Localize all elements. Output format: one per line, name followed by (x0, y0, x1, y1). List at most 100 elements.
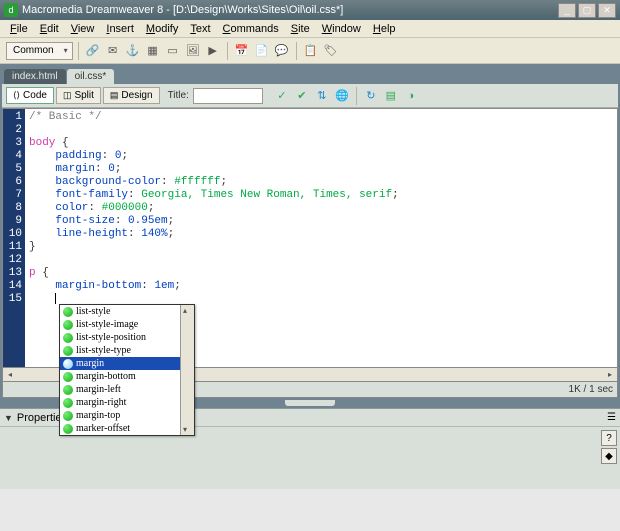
autocomplete-scrollbar[interactable] (180, 305, 194, 435)
split-view-button[interactable]: ◫Split (56, 87, 101, 104)
code-editor[interactable]: 123456789101112131415 /* Basic */ body {… (2, 108, 618, 368)
tag-chooser-icon[interactable]: 🏷 (322, 42, 340, 60)
properties-body: ? ◆ (0, 427, 620, 489)
media-icon[interactable]: ▶ (204, 42, 222, 60)
code-view-button[interactable]: ⟨⟩Code (6, 87, 54, 104)
no-browser-check-icon[interactable]: ✓ (273, 87, 291, 105)
insert-toolbar: Common 🔗 ✉ ⚓ ▦ ▭ 🖼 ▶ 📅 📄 💬 📋 🏷 (0, 38, 620, 64)
toolbar-separator (78, 42, 79, 60)
panel-menu-icon[interactable]: ☰ (607, 412, 616, 423)
menu-text[interactable]: Text (184, 21, 216, 37)
templates-icon[interactable]: 📋 (302, 42, 320, 60)
menu-window[interactable]: Window (316, 21, 367, 37)
property-icon (63, 307, 73, 317)
autocomplete-label: margin (76, 358, 104, 369)
autocomplete-item[interactable]: margin-bottom (60, 370, 180, 383)
status-position: 1K / 1 sec (569, 384, 613, 395)
menu-insert[interactable]: Insert (100, 21, 140, 37)
property-icon (63, 333, 73, 343)
menu-modify[interactable]: Modify (140, 21, 184, 37)
split-view-label: Split (74, 90, 93, 101)
autocomplete-label: margin-right (76, 397, 126, 408)
autocomplete-label: list-style (76, 306, 110, 317)
property-icon (63, 372, 73, 382)
hyperlink-icon[interactable]: 🔗 (84, 42, 102, 60)
autocomplete-item[interactable]: list-style-image (60, 318, 180, 331)
autocomplete-label: list-style-type (76, 345, 131, 356)
validate-icon[interactable]: ✔ (293, 87, 311, 105)
property-icon (63, 346, 73, 356)
autocomplete-item[interactable]: margin (60, 357, 180, 370)
autocomplete-label: margin-bottom (76, 371, 136, 382)
toolbar-separator (296, 42, 297, 60)
document-area: index.htmloil.css* ⟨⟩Code ◫Split ▤Design… (0, 64, 620, 398)
menu-commands[interactable]: Commands (217, 21, 285, 37)
doc-toolbar-icons: ✓ ✔ ⇅ 🌐 ↻ ▤ ◑ (273, 87, 420, 105)
preview-icon[interactable]: 🌐 (333, 87, 351, 105)
scroll-left-icon[interactable]: ◂ (3, 370, 17, 379)
minimize-button[interactable]: _ (558, 3, 576, 18)
file-tab[interactable]: index.html (4, 69, 66, 84)
collapse-icon[interactable]: ▼ (4, 413, 13, 423)
window-controls: _ ▢ ✕ (558, 3, 616, 18)
insert-category-dropdown[interactable]: Common (6, 42, 73, 60)
view-options-icon[interactable]: ▤ (382, 87, 400, 105)
insert-category-label: Common (13, 45, 54, 56)
property-icon (63, 385, 73, 395)
comment-icon[interactable]: 💬 (273, 42, 291, 60)
scroll-right-icon[interactable]: ▸ (603, 370, 617, 379)
autocomplete-item[interactable]: marker-offset (60, 422, 180, 435)
menu-file[interactable]: File (4, 21, 34, 37)
table-icon[interactable]: ▦ (144, 42, 162, 60)
property-icon (63, 359, 73, 369)
quick-tag-icon[interactable]: ◆ (601, 448, 617, 464)
property-icon (63, 320, 73, 330)
autocomplete-item[interactable]: margin-right (60, 396, 180, 409)
document-toolbar: ⟨⟩Code ◫Split ▤Design Title: ✓ ✔ ⇅ 🌐 ↻ ▤… (2, 84, 618, 108)
toolbar-separator (227, 42, 228, 60)
panel-resize-grip[interactable] (285, 400, 335, 406)
toolbar-separator (356, 87, 357, 105)
design-view-button[interactable]: ▤Design (103, 87, 160, 104)
autocomplete-label: list-style-position (76, 332, 146, 343)
menu-bar: FileEditViewInsertModifyTextCommandsSite… (0, 20, 620, 38)
code-icon: ⟨⟩ (13, 90, 20, 101)
code-view-label: Code (23, 90, 47, 101)
property-icon (63, 398, 73, 408)
autocomplete-popup[interactable]: list-style list-style-image list-style-pos… (59, 304, 195, 436)
document-title-input[interactable] (193, 88, 263, 104)
autocomplete-label: list-style-image (76, 319, 138, 330)
autocomplete-item[interactable]: list-style-type (60, 344, 180, 357)
file-tab[interactable]: oil.css* (67, 69, 115, 84)
window-title: Macromedia Dreamweaver 8 - [D:\Design\Wo… (22, 4, 558, 16)
named-anchor-icon[interactable]: ⚓ (124, 42, 142, 60)
autocomplete-item[interactable]: list-style-position (60, 331, 180, 344)
menu-edit[interactable]: Edit (34, 21, 65, 37)
autocomplete-item[interactable]: margin-left (60, 383, 180, 396)
refresh-icon[interactable]: ↻ (362, 87, 380, 105)
menu-help[interactable]: Help (367, 21, 402, 37)
maximize-button[interactable]: ▢ (578, 3, 596, 18)
line-gutter: 123456789101112131415 (3, 109, 25, 367)
insert-div-icon[interactable]: ▭ (164, 42, 182, 60)
app-icon: d (4, 3, 18, 17)
split-icon: ◫ (63, 90, 72, 101)
properties-side-controls: ? ◆ (598, 427, 620, 467)
help-icon[interactable]: ? (601, 430, 617, 446)
visual-aids-icon[interactable]: ◑ (402, 87, 420, 105)
close-button[interactable]: ✕ (598, 3, 616, 18)
design-view-label: Design (121, 90, 152, 101)
autocomplete-label: marker-offset (76, 423, 130, 434)
file-management-icon[interactable]: ⇅ (313, 87, 331, 105)
autocomplete-list: list-style list-style-image list-style-pos… (60, 305, 180, 435)
image-icon[interactable]: 🖼 (184, 42, 202, 60)
title-bar: d Macromedia Dreamweaver 8 - [D:\Design\… (0, 0, 620, 20)
date-icon[interactable]: 📅 (233, 42, 251, 60)
autocomplete-item[interactable]: margin-top (60, 409, 180, 422)
autocomplete-label: margin-top (76, 410, 120, 421)
server-include-icon[interactable]: 📄 (253, 42, 271, 60)
menu-view[interactable]: View (65, 21, 101, 37)
autocomplete-item[interactable]: list-style (60, 305, 180, 318)
menu-site[interactable]: Site (285, 21, 316, 37)
email-link-icon[interactable]: ✉ (104, 42, 122, 60)
